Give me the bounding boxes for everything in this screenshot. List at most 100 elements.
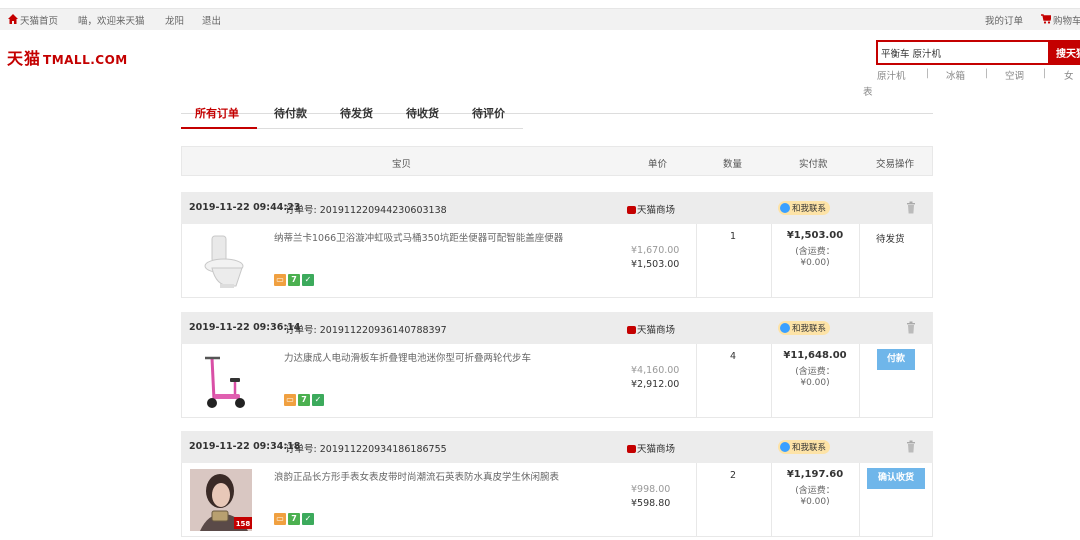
pay-button[interactable]: 付款 — [877, 349, 915, 370]
hotword-fridge[interactable]: 冰箱 — [946, 68, 965, 82]
order-card: 2019-11-22 09:36:14 订单号: 201911220936140… — [181, 312, 933, 418]
user-name-link[interactable]: 龙阳 — [165, 13, 184, 27]
hotword-women[interactable]: 女 — [1064, 68, 1074, 82]
shop-link[interactable]: 天猫商场 — [627, 322, 675, 336]
seven-day-return-icon: 7 — [288, 513, 300, 525]
shipping-value: ¥0.00) — [800, 378, 830, 388]
hotword-watch[interactable]: 表 — [863, 84, 873, 98]
shop-name: 天猫商场 — [637, 205, 676, 216]
product-title[interactable]: 纳蒂兰卡1066卫浴漩冲虹吸式马桶350坑距坐便器可配智能盖座便器 — [274, 230, 563, 244]
order-header: 2019-11-22 09:34:18 订单号: 201911220934186… — [181, 431, 933, 463]
shop-icon — [627, 445, 636, 453]
tab-pending-shipment[interactable]: 待发货 — [340, 105, 373, 121]
hotword-separator: | — [1043, 68, 1047, 79]
contact-seller-button[interactable]: 和我联系 — [778, 321, 831, 335]
paid-amount: ¥1,503.00 — [786, 230, 844, 241]
unit-price: ¥1,503.00 — [631, 259, 680, 270]
search-input[interactable] — [878, 42, 1048, 63]
product-image-toilet[interactable] — [190, 230, 252, 292]
search-button[interactable]: 搜天猫 — [1048, 40, 1080, 65]
shop-icon — [627, 206, 636, 214]
column-action: 交易操作 — [876, 159, 915, 170]
confirm-receipt-button[interactable]: 确认收货 — [867, 468, 925, 489]
order-number-value: 201911220934186186755 — [319, 444, 447, 455]
hotword-aircon[interactable]: 空调 — [1005, 68, 1024, 82]
cell-divider — [696, 344, 697, 417]
card-badge-icon: ▭ — [274, 274, 286, 286]
card-badge-icon: ▭ — [274, 513, 286, 525]
column-unit-price: 单价 — [648, 159, 668, 170]
cart-link[interactable]: 购物车 — [1053, 13, 1080, 27]
shop-name: 天猫商场 — [637, 444, 676, 455]
contact-seller-button[interactable]: 和我联系 — [778, 440, 831, 454]
shop-link[interactable]: 天猫商场 — [627, 441, 675, 455]
shop-icon — [627, 326, 636, 334]
order-body: 158 浪韵正品长方形手表女表皮带时尚潮流石英表防水真皮学生休闲腕表 ▭ 7 ✓… — [181, 463, 933, 537]
order-number: 订单号: 201911220936140788397 — [285, 322, 447, 336]
order-card: 2019-11-22 09:44:23 订单号: 201911220944230… — [181, 192, 933, 298]
shipping-label: (含运费： — [795, 486, 835, 496]
unit-price: ¥2,912.00 — [631, 379, 680, 390]
home-icon — [8, 14, 18, 24]
hotword-separator: | — [985, 68, 989, 79]
contact-label: 和我联系 — [792, 324, 827, 334]
welcome-text: 喵，欢迎来天猫 — [78, 16, 145, 27]
chat-icon — [780, 323, 790, 333]
logo-en: TMALL.COM — [43, 53, 128, 67]
card-badge-icon: ▭ — [284, 394, 296, 406]
active-tab-indicator — [181, 127, 257, 129]
order-number-value: 201911220944230603138 — [319, 205, 447, 216]
order-header: 2019-11-22 09:36:14 订单号: 201911220936140… — [181, 312, 933, 344]
original-price: ¥4,160.00 — [631, 365, 680, 376]
guarantee-badge-icon: ✓ — [302, 513, 314, 525]
column-paid: 实付款 — [799, 159, 828, 170]
hotword-juicer[interactable]: 原汁机 — [877, 68, 906, 82]
my-orders-link[interactable]: 我的订单 — [985, 13, 1023, 27]
cell-divider — [696, 463, 697, 536]
product-title[interactable]: 力达康成人电动滑板车折叠锂电池迷你型可折叠两轮代步车 — [284, 350, 531, 364]
guarantee-badge-icon: ✓ — [312, 394, 324, 406]
shop-link[interactable]: 天猫商场 — [627, 202, 675, 216]
paid-amount: ¥11,648.00 — [783, 350, 847, 361]
column-quantity: 数量 — [723, 159, 743, 170]
trash-icon[interactable] — [906, 321, 916, 334]
product-image-scooter[interactable] — [190, 350, 252, 412]
cell-divider — [696, 224, 697, 297]
trash-icon[interactable] — [906, 201, 916, 214]
order-date: 2019-11-22 09:34:18 — [189, 441, 301, 452]
contact-seller-button[interactable]: 和我联系 — [778, 201, 831, 215]
trash-icon[interactable] — [906, 440, 916, 453]
order-header: 2019-11-22 09:44:23 订单号: 201911220944230… — [181, 192, 933, 224]
cell-divider — [859, 224, 860, 297]
search-box — [876, 40, 1048, 65]
order-number-label: 订单号: — [285, 205, 317, 216]
contact-label: 和我联系 — [792, 204, 827, 214]
hotword-separator: | — [926, 68, 930, 79]
seven-day-return-icon: 7 — [298, 394, 310, 406]
cell-divider — [859, 344, 860, 417]
shipping-value: ¥0.00) — [800, 497, 830, 507]
order-date: 2019-11-22 09:36:14 — [189, 322, 301, 333]
home-link[interactable]: 天猫首页 — [20, 13, 58, 27]
chat-icon — [780, 203, 790, 213]
tab-all-orders[interactable]: 所有订单 — [195, 105, 239, 121]
orders-table-header: 宝贝 单价 数量 实付款 交易操作 — [181, 146, 933, 176]
guarantee-badge-icon: ✓ — [302, 274, 314, 286]
shipping-label: (含运费： — [795, 247, 835, 257]
product-title[interactable]: 浪韵正品长方形手表女表皮带时尚潮流石英表防水真皮学生休闲腕表 — [274, 469, 559, 483]
cart-icon[interactable] — [1041, 14, 1051, 24]
order-number-label: 订单号: — [285, 444, 317, 455]
column-item: 宝贝 — [392, 159, 412, 170]
shop-name: 天猫商场 — [637, 325, 676, 336]
tab-pending-review[interactable]: 待评价 — [472, 105, 505, 121]
logout-link[interactable]: 退出 — [202, 13, 221, 27]
paid-amount: ¥1,197.60 — [786, 469, 844, 480]
order-card: 2019-11-22 09:34:18 订单号: 201911220934186… — [181, 431, 933, 537]
product-image-watch[interactable]: 158 — [190, 469, 252, 531]
tmall-logo[interactable]: 天猫 TMALL.COM — [7, 45, 128, 69]
tab-pending-payment[interactable]: 待付款 — [274, 105, 307, 121]
shipping-value: ¥0.00) — [800, 258, 830, 268]
tab-pending-receipt[interactable]: 待收货 — [406, 105, 439, 121]
chat-icon — [780, 442, 790, 452]
order-body: 力达康成人电动滑板车折叠锂电池迷你型可折叠两轮代步车 ▭ 7 ✓ ¥4,160.… — [181, 344, 933, 418]
